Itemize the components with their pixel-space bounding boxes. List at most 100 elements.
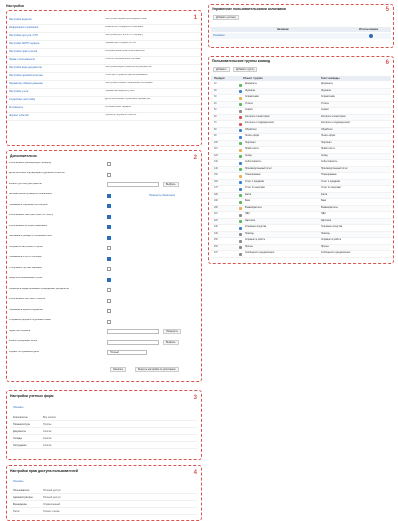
command-order: 120 (214, 154, 218, 157)
option-input[interactable] (107, 339, 159, 345)
add-group-button[interactable]: Добавить группу (233, 67, 258, 72)
panel-row[interactable]: Документы Список (11, 429, 197, 435)
settings-row-name[interactable]: Настройки SMTP-сервера (9, 42, 104, 45)
settings-row-name[interactable]: Информация о компании (9, 26, 104, 29)
option-input[interactable] (107, 182, 159, 187)
option-checkbox[interactable] (107, 235, 111, 240)
settings-row[interactable]: Права и пользователи Список пользователей… (7, 57, 201, 65)
header-usage: Использование (359, 28, 379, 31)
option-checkbox[interactable] (107, 256, 111, 261)
settings-row-name[interactable]: Права и пользователи (9, 58, 104, 61)
forms-show-link[interactable]: Показать (13, 406, 24, 409)
reset-defaults-button[interactable]: Вернуть настройки по умолчанию (135, 367, 179, 372)
settings-row-name[interactable]: Журнал событий (9, 114, 104, 117)
panel-row[interactable]: Пользователи Полный доступ (11, 488, 197, 494)
column-flag-radio[interactable] (369, 34, 373, 38)
command-group-icon (239, 200, 242, 204)
option-checkbox[interactable] (107, 204, 111, 208)
settings-row[interactable]: Настройки вида документов Настройка вида … (7, 65, 201, 73)
option-checkbox[interactable] (107, 225, 111, 229)
option-row: Разрешать редактирование проведённых док… (9, 287, 199, 294)
option-row: Дополнительно подтверждать удаление объе… (9, 172, 199, 179)
option-row: Использовать быстрый поиск по списку (9, 214, 199, 221)
option-row: Адрес веб-сервиса Проверить (9, 329, 199, 336)
command-group-icon (239, 220, 242, 223)
command-group-icon (239, 148, 242, 152)
panel-row[interactable]: Администраторы Полный доступ (11, 495, 197, 501)
command-object-name: НДС (245, 213, 250, 215)
command-order: 20 (214, 89, 217, 92)
command-object-name: Склад (245, 154, 252, 157)
command-text: Зарплата (321, 219, 332, 222)
settings-row[interactable]: Служебные настройки Дополнительные служеб… (7, 97, 201, 105)
settings-row[interactable]: Настройки учета Параметры ведения учета (7, 89, 201, 97)
command-text: Обработки (321, 128, 333, 131)
settings-row[interactable]: Настройки прав и ролей Разграничение прав… (7, 49, 201, 57)
panel-row-name: Контрагенты (13, 416, 28, 419)
panel-row[interactable]: Склады Список (11, 436, 197, 442)
command-text: Прочее (321, 245, 329, 248)
settings-row-name[interactable]: Настройки ценовой политики (9, 74, 104, 77)
option-note[interactable]: Проверить обновления (149, 194, 175, 197)
panel-row[interactable]: Номенклатура Группы (11, 422, 197, 428)
add-command-button[interactable]: Добавить (213, 67, 230, 72)
option-checkbox[interactable] (107, 267, 111, 271)
command-row[interactable]: 270 Сообщения и уведомления Сообщения и ув… (211, 251, 391, 258)
command-object-name: Документы (245, 83, 257, 85)
panel-row-value: Группы (43, 423, 52, 426)
save-button[interactable]: Записать (110, 367, 127, 372)
settings-row-name[interactable]: Настройки прав и ролей (9, 50, 104, 53)
option-checkbox[interactable] (107, 288, 111, 292)
option-checkbox[interactable] (107, 172, 111, 177)
settings-row[interactable]: Журнал событий Просмотр журнала событий (7, 113, 201, 121)
command-group-icon (239, 168, 242, 171)
option-checkbox[interactable] (107, 298, 111, 303)
option-checkbox[interactable] (107, 319, 111, 324)
option-checkbox[interactable] (107, 214, 111, 219)
users-show-link[interactable]: Показать (13, 480, 24, 483)
panel-row[interactable]: Гости Только чтение (11, 509, 197, 515)
option-action-button[interactable]: Выбрать (163, 339, 179, 345)
option-action-button[interactable]: Проверить (163, 329, 181, 334)
settings-row[interactable]: Параметры обмена данными Настройка обмена… (7, 81, 201, 89)
settings-row[interactable]: Настройки ценовой политики Типы цен и пра… (7, 73, 201, 81)
option-select[interactable]: Полный (107, 350, 147, 355)
option-checkbox[interactable] (107, 246, 111, 250)
command-text: Справка по работе (321, 239, 342, 241)
settings-row-name[interactable]: Параметры обмена данными (9, 82, 104, 85)
settings-row[interactable]: Настройки доступа / FTP Настройка доступа… (7, 33, 201, 41)
option-checkbox[interactable] (107, 277, 111, 282)
panel-row[interactable]: Сотрудники Список (11, 443, 197, 449)
settings-row-name[interactable]: Настройки ведения (9, 18, 104, 21)
option-label: Формат отображения даты (9, 350, 39, 353)
option-row: Сохранять настройки отборов (9, 245, 199, 252)
panel-row[interactable]: Менеджеры Ограниченный (11, 502, 197, 508)
forms-title: Настройки учетных форм (10, 394, 54, 398)
settings-row-name[interactable]: Настройки вида документов (9, 66, 104, 69)
panel-row[interactable]: Контрагенты Все записи (11, 415, 197, 421)
command-object-name: Справка по работе (245, 239, 266, 241)
settings-row[interactable]: Настройки ведения Настройка параметров ве… (7, 17, 201, 25)
settings-row[interactable]: Информация о компании Реквизиты и сведени… (7, 25, 201, 33)
option-row: Показывать время в журналах (9, 308, 199, 315)
settings-row[interactable]: Настройки SMTP-сервера Параметры отправки… (7, 41, 201, 49)
panel-row-name: Склады (13, 437, 23, 440)
option-row: Использовать протокол событий (9, 298, 199, 305)
settings-row-name[interactable]: Служебные настройки (9, 98, 104, 101)
settings-row-name[interactable]: Регламенты (9, 106, 104, 109)
add-column-button[interactable]: Добавить колонку (213, 15, 239, 20)
command-order: 30 (214, 96, 217, 98)
settings-row-name[interactable]: Настройки доступа / FTP (9, 34, 104, 37)
command-group-icon (239, 194, 242, 197)
settings-row[interactable]: Регламенты Регламентные задания (7, 105, 201, 113)
option-checkbox[interactable] (107, 162, 111, 166)
option-label: Автоматически проверять обновления (9, 193, 52, 195)
option-input[interactable] (107, 329, 159, 334)
panel-row-value: Ограниченный (43, 503, 61, 506)
command-group-icon (239, 129, 242, 132)
option-checkbox[interactable] (107, 193, 111, 198)
settings-row-name[interactable]: Настройки учета (9, 90, 104, 93)
columns-row[interactable]: Основная (211, 33, 391, 39)
option-checkbox[interactable] (107, 309, 111, 313)
option-action-button[interactable]: Выбрать (163, 182, 179, 187)
